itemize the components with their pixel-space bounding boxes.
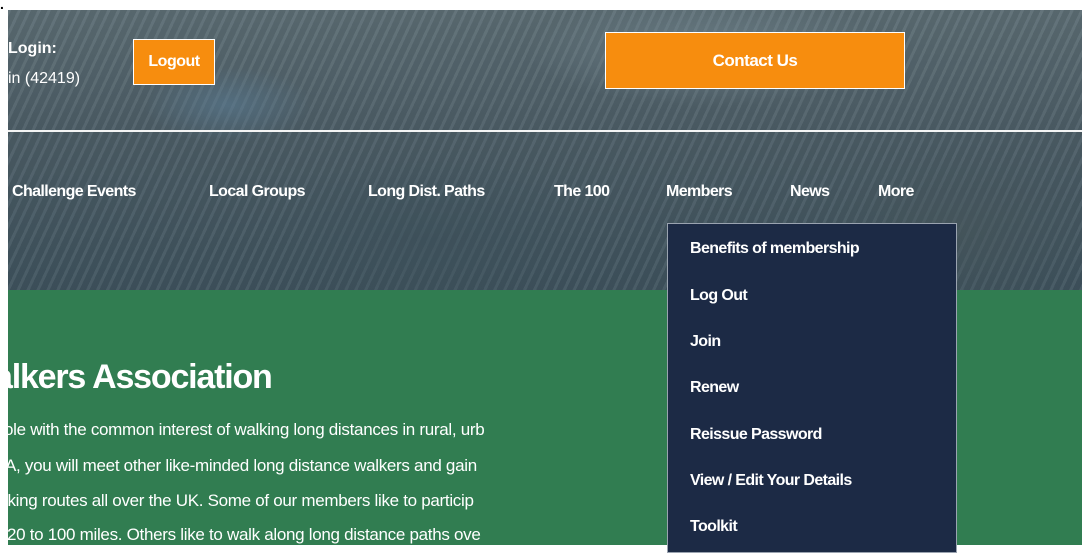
login-label: Login: — [8, 40, 57, 57]
nav-the-100[interactable]: The 100 — [554, 183, 610, 201]
nav-members[interactable]: Members — [666, 183, 733, 201]
header-divider — [8, 130, 1082, 132]
intro-text-line: lking routes all over the UK. Some of ou… — [4, 491, 474, 510]
nav-news[interactable]: News — [790, 183, 830, 201]
intro-text-line: ole with the common interest of walking … — [4, 420, 485, 439]
menu-item-renew[interactable]: Renew — [690, 379, 739, 397]
menu-item-benefits[interactable]: Benefits of membership — [690, 240, 860, 258]
intro-text-line: 20 to 100 miles. Others like to walk alo… — [7, 525, 481, 544]
menu-item-edit-details[interactable]: View / Edit Your Details — [690, 472, 852, 490]
intro-text-line: A, you will meet other like-minded long … — [5, 456, 477, 475]
contact-us-button[interactable]: Contact Us — [605, 32, 905, 89]
nav-long-dist-paths[interactable]: Long Dist. Paths — [368, 183, 485, 201]
menu-item-log-out[interactable]: Log Out — [690, 287, 748, 305]
menu-item-join[interactable]: Join — [690, 333, 721, 351]
nav-challenge-events[interactable]: Challenge Events — [12, 183, 136, 201]
login-username: in (42419) — [8, 70, 81, 87]
menu-item-reissue-password[interactable]: Reissue Password — [690, 426, 822, 444]
logout-button[interactable]: Logout — [133, 39, 215, 85]
nav-local-groups[interactable]: Local Groups — [209, 183, 306, 201]
page-title: alkers Association — [0, 358, 273, 396]
corner-mark: . — [0, 0, 4, 12]
menu-item-toolkit[interactable]: Toolkit — [690, 518, 738, 536]
nav-more[interactable]: More — [878, 183, 914, 201]
members-dropdown-menu: Benefits of membership Log Out Join Rene… — [667, 223, 957, 553]
